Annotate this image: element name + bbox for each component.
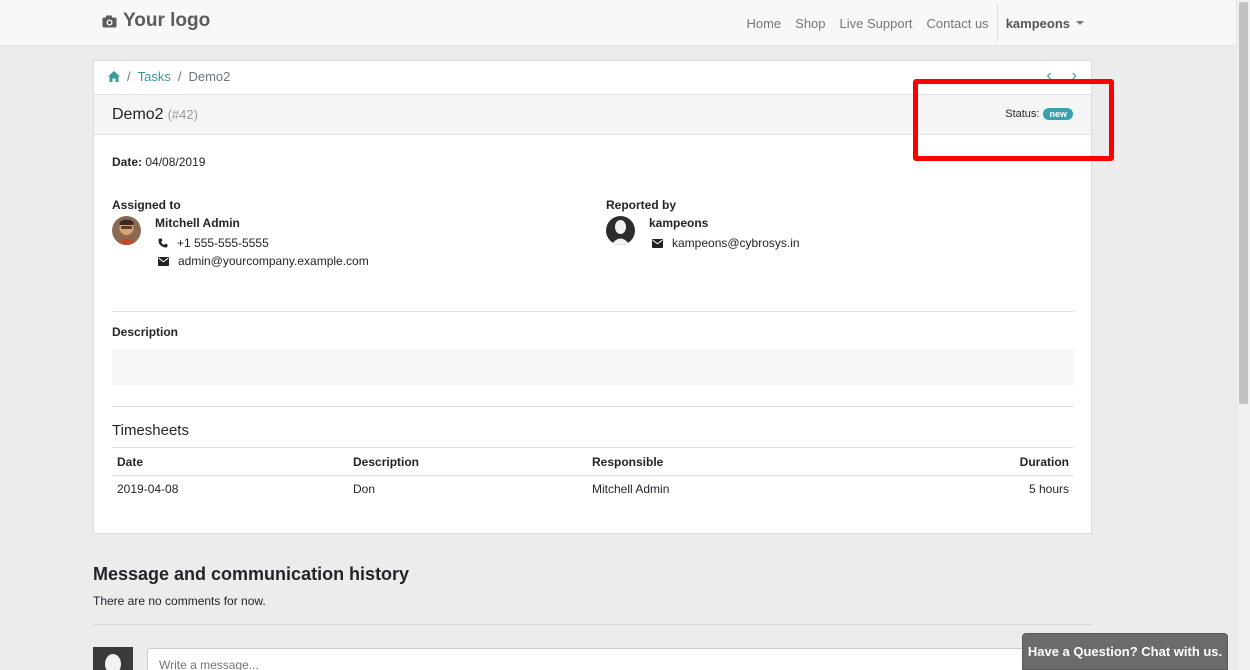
chevron-left-icon[interactable]: ‹ [1046,67,1051,85]
message-history-title: Message and communication history [93,564,410,584]
breadcrumb-separator: / [177,69,182,84]
cell-description: Don [353,482,376,497]
nav-link-shop[interactable]: Shop [795,16,825,31]
table-header-row: Date Description Responsible Duration [112,447,1074,476]
cell-responsible: Mitchell Admin [592,482,670,497]
reported-by-block: Reported by kampeons kampeons@cybrosys.i… [606,198,800,252]
description-content [112,349,1074,385]
assignee-email-text: admin@yourcompany.example.com [178,254,369,268]
assignee-phone-text: +1 555-555-5555 [177,236,269,250]
reporter: kampeons kampeons@cybrosys.in [606,216,800,252]
section-divider [112,406,1074,407]
envelope-icon [158,256,169,266]
cell-duration: 5 hours [1028,482,1069,497]
avatar [93,647,133,670]
task-title: Demo2 (#42) [112,106,198,124]
reporter-email-text: kampeons@cybrosys.in [672,236,800,250]
camera-icon [102,15,117,27]
avatar [112,216,141,245]
timesheets-title: Timesheets [112,422,189,439]
section-divider [93,624,1092,625]
no-comments-text: There are no comments for now. [93,594,266,608]
nav-separator [996,4,998,42]
avatar [606,216,635,245]
column-header-duration: Duration [887,447,1074,476]
status-badge: new [1043,108,1073,120]
task-name: Demo2 [112,106,164,123]
nav-link-contact-us[interactable]: Contact us [927,16,989,31]
top-navbar: Your logo Home Shop Live Support Contact… [0,0,1236,46]
task-status: Status: new [1005,108,1073,120]
date-label: Date: [112,155,143,169]
phone-icon [158,238,168,248]
description-title: Description [112,325,179,339]
column-header-date: Date [112,447,348,476]
nav-link-live-support[interactable]: Live Support [840,16,913,31]
chevron-right-icon[interactable]: › [1072,67,1077,85]
section-divider [112,311,1074,312]
breadcrumb-separator: / [127,69,131,84]
user-menu[interactable]: kampeons [1006,16,1084,31]
reported-by-title: Reported by [606,198,677,212]
envelope-icon [652,238,663,248]
timesheets-table: Date Description Responsible Duration 20… [112,447,1074,503]
scrollbar-thumb[interactable] [1239,2,1248,404]
task-id: (#42) [167,107,198,122]
assignee: Mitchell Admin +1 555-555-5555 admin@you… [112,216,369,270]
message-input[interactable] [147,648,1092,670]
nav-menu: Home Shop Live Support Contact us kampeo… [732,0,1084,46]
column-header-description: Description [348,447,587,476]
assigned-to-title: Assigned to [112,198,181,212]
breadcrumb: / Tasks / Demo2 [108,69,230,84]
task-header: Demo2 (#42) Status: new [94,94,1091,135]
record-pager: ‹ › [1046,67,1077,85]
logo[interactable]: Your logo [102,10,210,32]
reporter-email: kampeons@cybrosys.in [649,234,800,252]
cell-date: 2019-04-08 [117,482,179,497]
home-icon[interactable] [108,71,120,82]
assignee-email: admin@yourcompany.example.com [155,252,369,270]
task-date: Date: 04/08/2019 [112,155,205,169]
date-value: 04/08/2019 [145,155,206,169]
status-label: Status: [1005,108,1040,120]
nav-link-home[interactable]: Home [746,16,781,31]
task-card: / Tasks / Demo2 ‹ › Demo2 (#42) Status: n… [93,60,1092,534]
user-name: kampeons [1005,15,1070,31]
breadcrumb-tasks-link[interactable]: Tasks [138,69,171,84]
page-scrollbar[interactable] [1236,0,1250,670]
column-header-responsible: Responsible [587,447,887,476]
caret-down-icon [1076,21,1084,25]
assignee-phone: +1 555-555-5555 [155,234,369,252]
logo-text: Your logo [123,10,211,31]
reporter-name: kampeons [649,216,709,230]
live-chat-button[interactable]: Have a Question? Chat with us. [1022,633,1228,670]
table-row: 2019-04-08 Don Mitchell Admin 5 hours [112,476,1074,503]
assigned-to-block: Assigned to Mitchell Admin +1 555-555-55… [112,198,369,270]
breadcrumb-current: Demo2 [188,69,231,84]
assignee-name: Mitchell Admin [155,216,240,230]
